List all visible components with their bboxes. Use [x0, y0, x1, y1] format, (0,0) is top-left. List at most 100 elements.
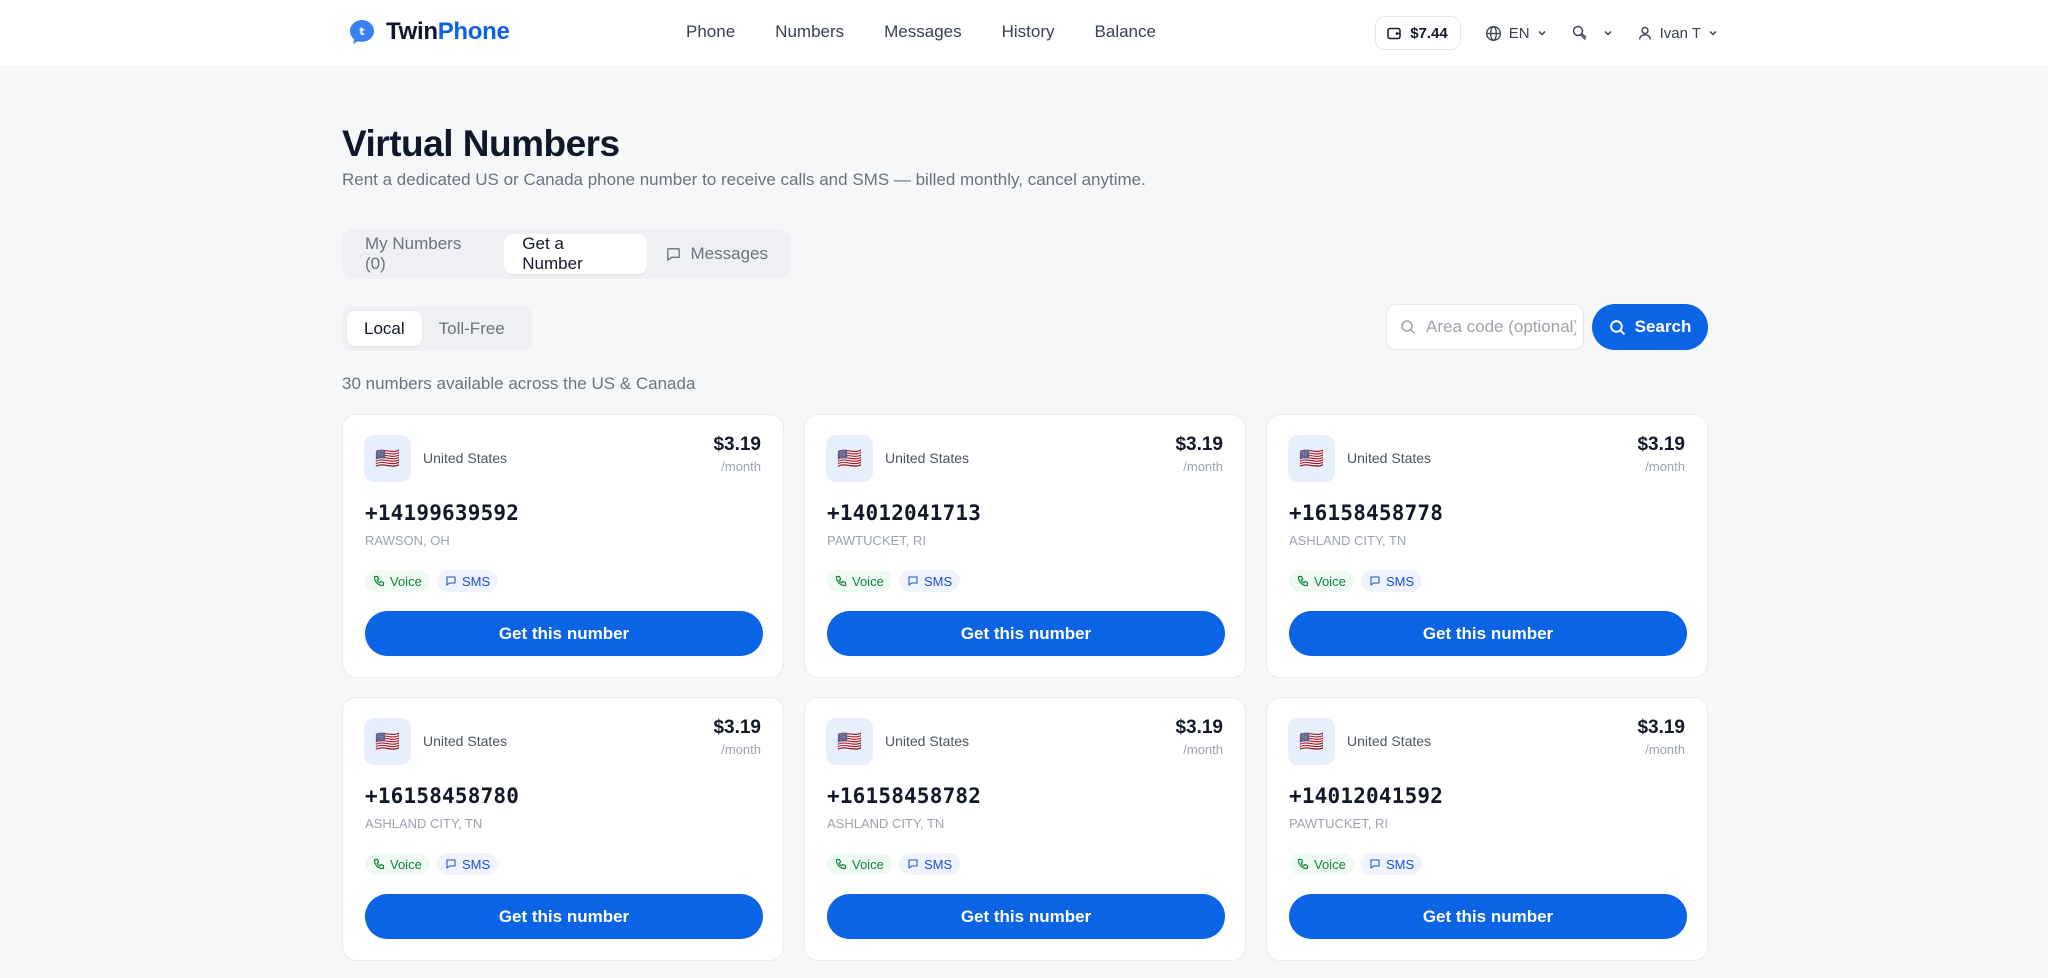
theme-selector[interactable]: [1571, 24, 1613, 42]
us-flag-icon: 🇺🇸: [375, 731, 400, 753]
page-title: Virtual Numbers: [342, 123, 620, 164]
message-icon: [1370, 576, 1380, 586]
message-icon: [666, 247, 680, 261]
page-subtitle: Rent a dedicated US or Canada phone numb…: [342, 170, 1146, 189]
flag-badge: 🇺🇸: [1288, 718, 1335, 765]
price: $3.19: [1175, 717, 1223, 738]
location: ASHLAND CITY, TN: [365, 816, 483, 831]
subtab-toll-free[interactable]: Toll-Free: [422, 311, 522, 346]
user-menu[interactable]: Ivan T: [1637, 25, 1718, 42]
wallet-icon: [1387, 27, 1401, 40]
get-number-button[interactable]: Get this number: [827, 894, 1225, 939]
sms-label: SMS: [924, 856, 953, 872]
get-number-button[interactable]: Get this number: [365, 894, 763, 939]
price: $3.19: [1175, 434, 1223, 455]
nav-history[interactable]: History: [1002, 22, 1055, 42]
subtab-local[interactable]: Local: [347, 311, 422, 346]
message-icon: [908, 576, 918, 586]
phone-icon: [835, 858, 847, 870]
price-period: /month: [721, 742, 761, 757]
user-icon: [1638, 26, 1651, 40]
phone-number: +14199639592: [365, 501, 520, 525]
message-icon: [908, 859, 918, 869]
price-period: /month: [721, 459, 761, 474]
voice-label: Voice: [390, 573, 422, 589]
flag-badge: 🇺🇸: [826, 718, 873, 765]
logo-chat-icon: t: [350, 20, 374, 44]
sms-badge: SMS: [1361, 570, 1423, 592]
voice-badge: Voice: [1289, 570, 1354, 592]
svg-text:t: t: [359, 25, 364, 38]
brand-name-part1: Twin: [386, 18, 438, 45]
top-header: t TwinPhone Phone Numbers Messages Histo…: [0, 0, 2048, 67]
message-icon: [1370, 859, 1380, 869]
price-period: /month: [1645, 459, 1685, 474]
search-button-label: Search: [1634, 317, 1692, 336]
language-label: EN: [1508, 24, 1530, 42]
number-card: 🇺🇸 United States $3.19 /month +161584587…: [1266, 414, 1708, 678]
area-code-search[interactable]: [1386, 304, 1584, 350]
voice-label: Voice: [1314, 856, 1346, 872]
flag-badge: 🇺🇸: [826, 435, 873, 482]
price-period: /month: [1183, 459, 1223, 474]
tab-get-a-number[interactable]: Get a Number: [504, 234, 647, 274]
tab-messages-label: Messages: [690, 244, 768, 263]
get-number-button[interactable]: Get this number: [827, 611, 1225, 656]
message-icon: [446, 576, 456, 586]
phone-number: +14012041713: [827, 501, 982, 525]
voice-label: Voice: [1314, 573, 1346, 589]
chevron-down-icon: [1604, 30, 1612, 36]
get-number-button[interactable]: Get this number: [365, 611, 763, 656]
nav-phone[interactable]: Phone: [686, 22, 735, 42]
price: $3.19: [1637, 717, 1685, 738]
location: ASHLAND CITY, TN: [827, 816, 945, 831]
country-name: United States: [1347, 450, 1432, 466]
sms-label: SMS: [462, 573, 491, 589]
location: ASHLAND CITY, TN: [1289, 533, 1407, 548]
country-name: United States: [423, 450, 508, 466]
tab-my-numbers[interactable]: My Numbers (0): [347, 234, 504, 274]
number-card: 🇺🇸 United States $3.19 /month +141996395…: [342, 414, 784, 678]
search-button[interactable]: Search: [1592, 304, 1708, 350]
nav-numbers[interactable]: Numbers: [775, 22, 844, 42]
area-code-input[interactable]: [1426, 317, 1576, 337]
sms-badge: SMS: [437, 570, 499, 592]
phone-number: +16158458782: [827, 784, 982, 808]
brand-name-part2: Phone: [437, 18, 510, 45]
country-name: United States: [423, 733, 508, 749]
main-nav: Phone Numbers Messages History Balance: [686, 22, 1196, 42]
get-number-button[interactable]: Get this number: [1289, 611, 1687, 656]
nav-balance[interactable]: Balance: [1095, 22, 1156, 42]
phone-number: +16158458778: [1289, 501, 1444, 525]
get-number-button[interactable]: Get this number: [1289, 894, 1687, 939]
balance-button[interactable]: $7.44: [1375, 16, 1461, 50]
flag-badge: 🇺🇸: [1288, 435, 1335, 482]
numbers-tabs: My Numbers (0) Get a Number Messages: [342, 229, 791, 279]
voice-label: Voice: [390, 856, 422, 872]
phone-icon: [1297, 575, 1309, 587]
language-selector[interactable]: EN: [1485, 25, 1547, 42]
price-period: /month: [1645, 742, 1685, 757]
header-actions: $7.44 EN Ivan T: [1375, 16, 1718, 50]
flag-badge: 🇺🇸: [364, 435, 411, 482]
search-icon: [1609, 319, 1625, 335]
chevron-down-icon: [1538, 30, 1546, 36]
tab-messages[interactable]: Messages: [647, 234, 786, 274]
balance-amount: $7.44: [1410, 24, 1448, 42]
flag-badge: 🇺🇸: [364, 718, 411, 765]
country-name: United States: [885, 733, 970, 749]
number-card: 🇺🇸 United States $3.19 /month +140120417…: [804, 414, 1246, 678]
number-card: 🇺🇸 United States $3.19 /month +161584587…: [342, 697, 784, 961]
phone-icon: [373, 575, 385, 587]
sms-badge: SMS: [1361, 853, 1423, 875]
nav-messages[interactable]: Messages: [884, 22, 961, 42]
country-name: United States: [1347, 733, 1432, 749]
brand-logo[interactable]: t TwinPhone: [348, 18, 510, 46]
us-flag-icon: 🇺🇸: [837, 731, 862, 753]
number-type-tabs: Local Toll-Free: [342, 306, 532, 351]
location: PAWTUCKET, RI: [1289, 816, 1388, 831]
sms-label: SMS: [924, 573, 953, 589]
globe-icon: [1485, 25, 1501, 41]
price-period: /month: [1183, 742, 1223, 757]
us-flag-icon: 🇺🇸: [1299, 448, 1324, 470]
